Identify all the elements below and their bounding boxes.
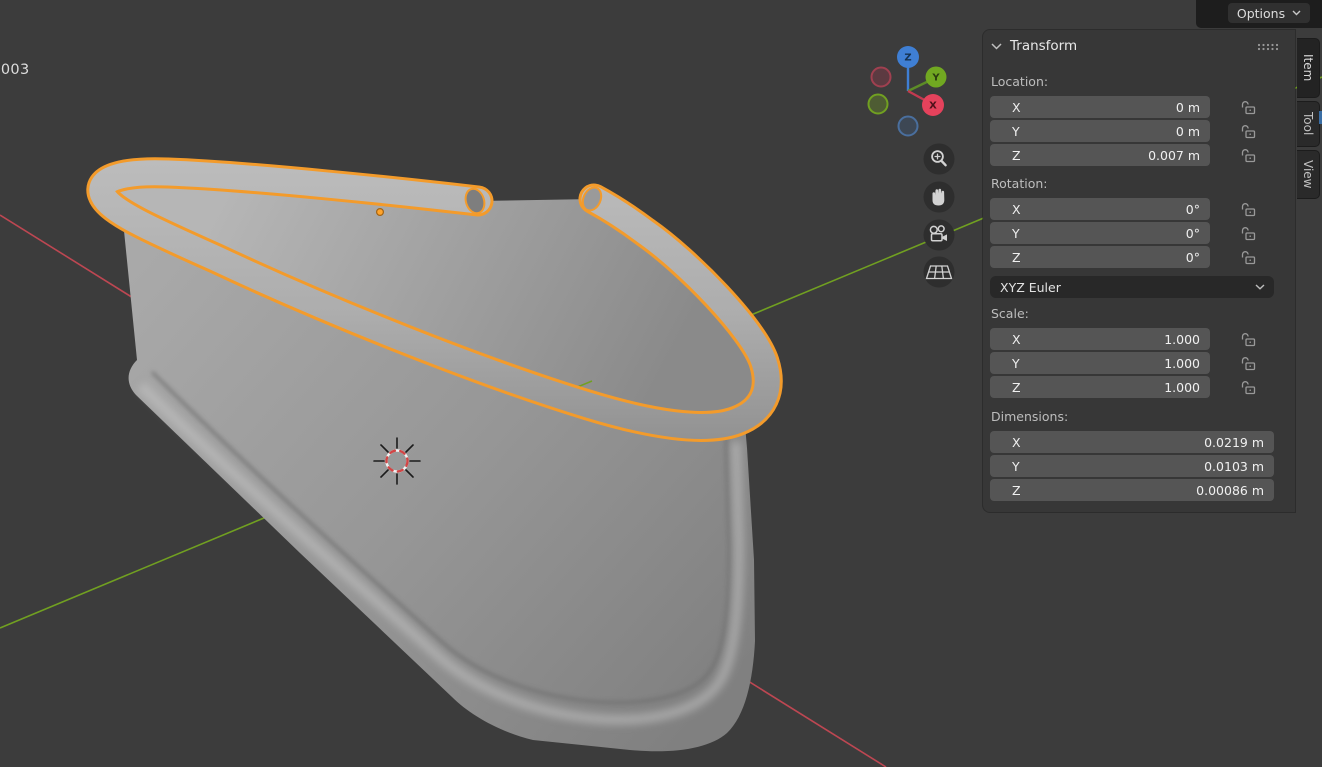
rotation-label: Rotation: [991, 176, 1048, 191]
location-z-unlock-icon[interactable] [1240, 148, 1257, 163]
gizmo-y-label: Y [931, 73, 940, 84]
dimensions-z-field[interactable]: Z 0.00086 m [990, 479, 1274, 501]
rotation-y-unlock-icon[interactable] [1240, 226, 1257, 241]
scale-label: Scale: [991, 306, 1029, 321]
gizmo-neg-y-ball[interactable] [869, 95, 888, 114]
gizmo-neg-z-ball[interactable] [899, 117, 918, 136]
rotation-z-field[interactable]: Z 0° [990, 246, 1210, 268]
location-x-unlock-icon[interactable] [1240, 100, 1257, 115]
dimensions-label: Dimensions: [991, 409, 1068, 424]
location-label: Location: [991, 74, 1048, 89]
navigation-gizmo[interactable]: Z Y X [869, 46, 947, 136]
tab-view[interactable]: View [1297, 150, 1320, 199]
location-x-field[interactable]: X 0 m [990, 96, 1210, 118]
viewport-nav-buttons [924, 144, 955, 288]
options-label: Options [1237, 6, 1285, 21]
object-origin-dot [377, 209, 384, 216]
location-y-unlock-icon[interactable] [1240, 124, 1257, 139]
tab-item[interactable]: Item [1297, 38, 1320, 98]
selected-mesh-object[interactable] [102, 173, 767, 752]
rotation-z-unlock-icon[interactable] [1240, 250, 1257, 265]
ortho-button[interactable] [924, 257, 955, 288]
rotation-mode-dropdown[interactable]: XYZ Euler [990, 276, 1274, 298]
rotation-x-field[interactable]: X 0° [990, 198, 1210, 220]
gizmo-x-label: X [929, 101, 937, 112]
object-name-overlay: .003 [0, 62, 30, 78]
zoom-button[interactable] [924, 144, 955, 175]
scale-z-field[interactable]: Z 1.000 [990, 376, 1210, 398]
camera-button[interactable] [924, 220, 955, 251]
collapse-chevron-icon [991, 43, 1002, 50]
panel-title: Transform [1010, 38, 1077, 54]
location-z-field[interactable]: Z 0.007 m [990, 144, 1210, 166]
chevron-down-icon [1292, 10, 1301, 16]
panel-drag-handle-icon[interactable] [1257, 43, 1279, 51]
rotation-y-field[interactable]: Y 0° [990, 222, 1210, 244]
scale-x-unlock-icon[interactable] [1240, 332, 1257, 347]
scale-y-field[interactable]: Y 1.000 [990, 352, 1210, 374]
dimensions-x-field[interactable]: X 0.0219 m [990, 431, 1274, 453]
scale-z-unlock-icon[interactable] [1240, 380, 1257, 395]
dimensions-y-field[interactable]: Y 0.0103 m [990, 455, 1274, 477]
location-y-field[interactable]: Y 0 m [990, 120, 1210, 142]
options-button[interactable]: Options [1228, 3, 1310, 23]
pan-button[interactable] [924, 182, 955, 213]
tab-tool[interactable]: Tool [1297, 101, 1320, 147]
viewport-header: Options [1196, 0, 1322, 28]
transform-panel: Transform Location: X 0 m Y 0 m [983, 30, 1295, 512]
gizmo-z-label: Z [904, 53, 911, 64]
gizmo-neg-x-ball[interactable] [872, 68, 891, 87]
chevron-down-icon [1255, 284, 1265, 290]
rotation-x-unlock-icon[interactable] [1240, 202, 1257, 217]
panel-header[interactable]: Transform [991, 38, 1077, 54]
scale-x-field[interactable]: X 1.000 [990, 328, 1210, 350]
scale-y-unlock-icon[interactable] [1240, 356, 1257, 371]
